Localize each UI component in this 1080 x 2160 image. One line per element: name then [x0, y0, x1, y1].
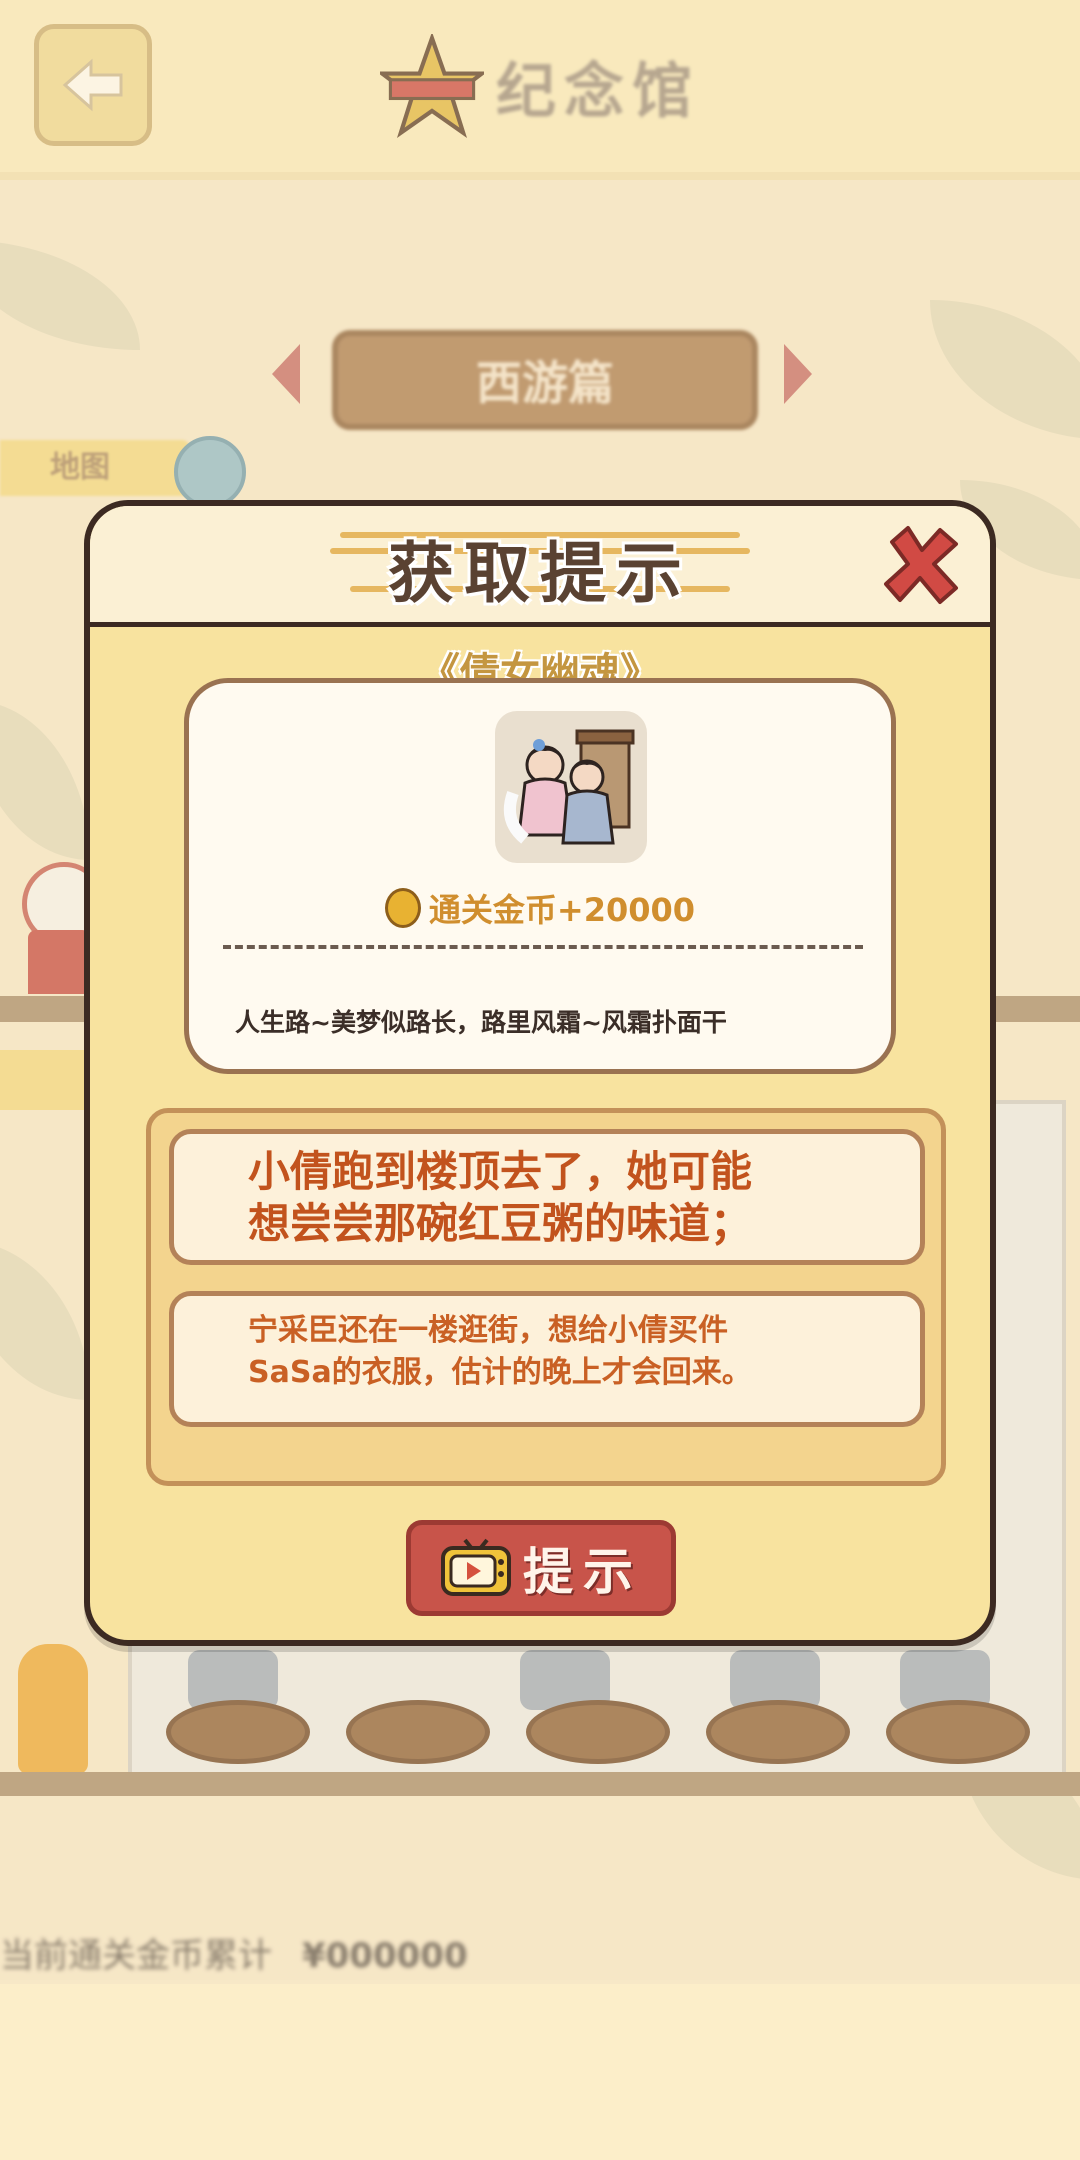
hint-line: SaSa的衣服，估计的晚上才会回来。	[248, 1355, 752, 1390]
hint-dialog: 获取提示 《倩女幽魂》 通关金币+20000 人生路~美梦似路长，路里风霜~风霜…	[84, 500, 996, 1646]
hint-card: 宁采臣还在一楼逛街，想给小倩买件 SaSa的衣服，估计的晚上才会回来。	[169, 1291, 925, 1427]
hint-card: 小倩跑到楼顶去了，她可能 想尝尝那碗红豆粥的味道；	[169, 1129, 925, 1265]
hint-button-label: 提示	[523, 1543, 643, 1601]
hint-line: 小倩跑到楼顶去了，她可能	[248, 1147, 753, 1196]
watch-ad-hint-button[interactable]: 提示	[406, 1520, 676, 1616]
level-thumbnail	[495, 711, 647, 863]
coin-icon	[384, 888, 421, 928]
dialog-title: 获取提示	[388, 535, 692, 612]
characters-illustration	[504, 729, 635, 845]
divider	[223, 945, 863, 949]
level-info-card: 通关金币+20000 人生路~美梦似路长，路里风霜~风霜扑面干	[184, 678, 896, 1074]
hint-line: 想尝尝那碗红豆粥的味道；	[248, 1199, 753, 1248]
reward-line: 通关金币+20000	[189, 885, 891, 931]
close-icon[interactable]	[878, 522, 964, 608]
tv-play-icon	[441, 1538, 511, 1596]
level-lyric: 人生路~美梦似路长，路里风霜~风霜扑面干	[235, 1008, 727, 1037]
dialog-header: 获取提示	[90, 506, 990, 627]
hints-panel: 小倩跑到楼顶去了，她可能 想尝尝那碗红豆粥的味道； 宁采臣还在一楼逛街，想给小倩…	[146, 1108, 946, 1486]
hint-line: 宁采臣还在一楼逛街，想给小倩买件	[248, 1313, 728, 1348]
reward-text: 通关金币+20000	[428, 891, 696, 929]
